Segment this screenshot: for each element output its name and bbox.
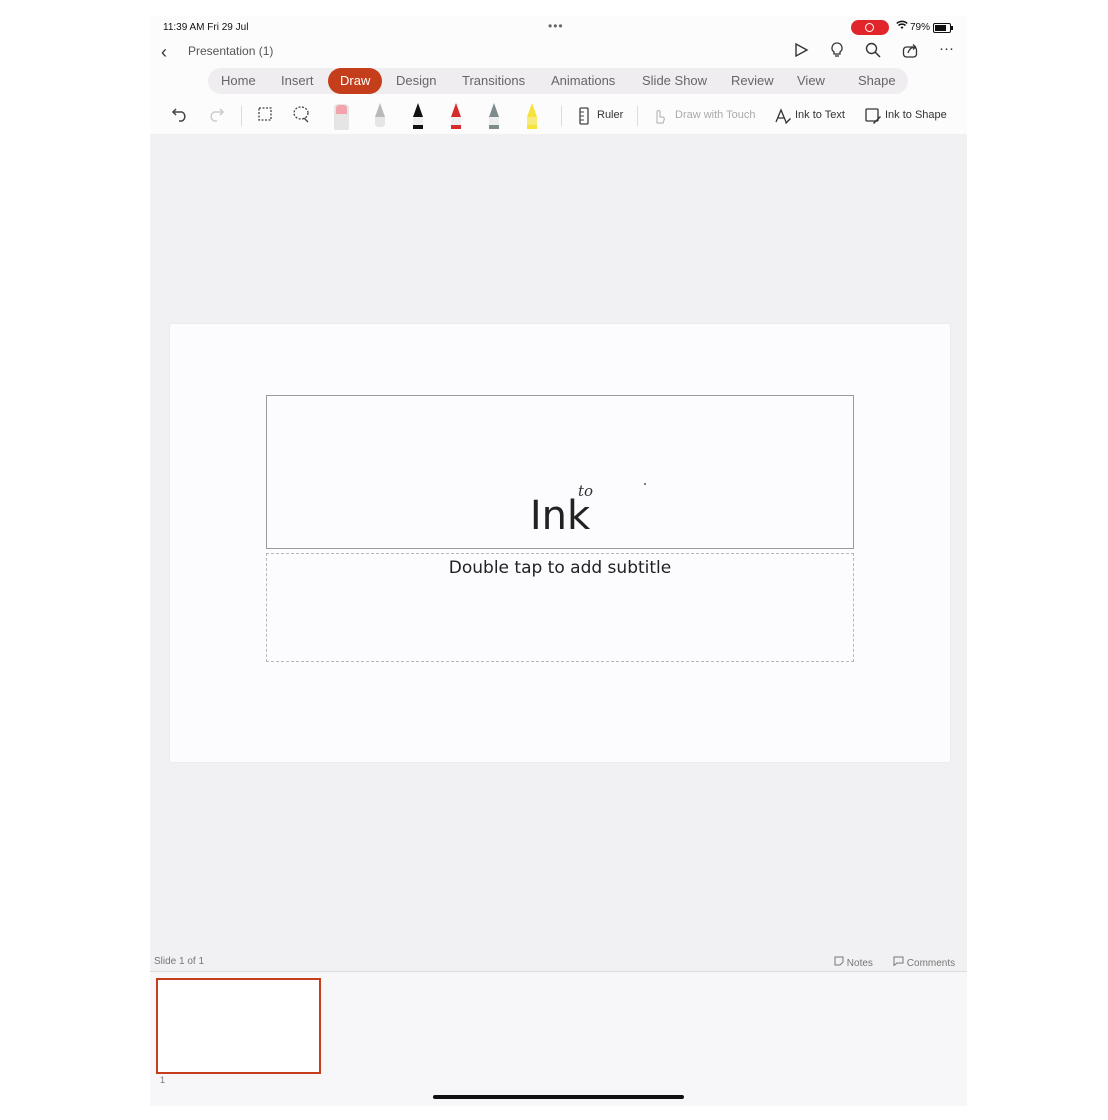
draw-with-touch-button[interactable]: Draw with Touch xyxy=(675,109,756,121)
toolbar-divider xyxy=(561,106,562,126)
comments-label: Comments xyxy=(906,958,956,969)
lightbulb-icon[interactable] xyxy=(830,42,844,62)
toolbar-divider xyxy=(637,106,638,126)
subtitle-placeholder[interactable]: Double tap to add subtitle xyxy=(266,553,854,662)
tab-slide-show[interactable]: Slide Show xyxy=(642,73,707,88)
ink-to-shape-icon xyxy=(864,107,882,130)
ink-to-text-icon xyxy=(774,107,792,130)
pen-gray-icon[interactable] xyxy=(372,103,388,131)
draw-toolbar: Ruler Draw with Touch Ink to Text Ink to… xyxy=(150,100,967,132)
ink-to-shape-button[interactable]: Ink to Shape xyxy=(885,109,947,121)
title-placeholder[interactable]: Ink to xyxy=(266,395,854,549)
notes-button[interactable]: Notes xyxy=(834,956,873,969)
ribbon-tabs: Home Insert Draw Design Transitions Anim… xyxy=(208,68,908,94)
slide-title: Ink xyxy=(529,493,591,539)
status-time: 11:39 AM Fri 29 Jul xyxy=(163,22,249,33)
notes-icon xyxy=(834,956,847,969)
tab-review[interactable]: Review xyxy=(731,73,774,88)
tab-home[interactable]: Home xyxy=(221,73,256,88)
ink-dot xyxy=(644,483,646,485)
lasso-select-icon[interactable] xyxy=(292,105,312,128)
slide-thumbnail[interactable] xyxy=(156,978,321,1074)
wifi-icon xyxy=(896,20,908,33)
more-options-icon[interactable]: ··· xyxy=(939,40,954,57)
home-indicator[interactable] xyxy=(433,1095,684,1099)
share-icon[interactable] xyxy=(902,42,918,62)
title-bar: ‹ Presentation (1) ··· xyxy=(150,40,967,64)
notes-label: Notes xyxy=(846,958,873,969)
ink-annotation[interactable]: to xyxy=(578,482,593,500)
search-icon[interactable] xyxy=(865,42,881,62)
back-chevron-icon[interactable]: ‹ xyxy=(161,42,167,63)
toolbar-divider xyxy=(241,106,242,126)
pen-black-icon[interactable] xyxy=(410,103,426,131)
undo-icon[interactable] xyxy=(171,105,189,128)
tab-shape[interactable]: Shape xyxy=(858,73,896,88)
eraser-icon[interactable] xyxy=(334,104,349,130)
battery-icon xyxy=(933,23,953,33)
ruler-icon[interactable] xyxy=(578,107,590,130)
screen-recording-icon[interactable] xyxy=(851,20,889,35)
document-title[interactable]: Presentation (1) xyxy=(188,44,273,58)
slide[interactable]: Ink to Double tap to add subtitle xyxy=(169,323,951,763)
slide-thumbnail-strip: 1 xyxy=(150,972,967,1106)
ruler-button[interactable]: Ruler xyxy=(597,109,623,121)
comment-icon xyxy=(893,956,907,969)
comments-button[interactable]: Comments xyxy=(893,956,955,969)
highlighter-yellow-icon[interactable] xyxy=(524,103,540,131)
pen-slate-icon[interactable] xyxy=(486,103,502,131)
tab-insert[interactable]: Insert xyxy=(281,73,314,88)
ink-to-text-button[interactable]: Ink to Text xyxy=(795,109,845,121)
status-bar: 11:39 AM Fri 29 Jul ••• 79% xyxy=(150,16,967,40)
tab-transitions[interactable]: Transitions xyxy=(462,73,525,88)
slide-counter: Slide 1 of 1 xyxy=(154,956,205,967)
slide-thumbnail-number: 1 xyxy=(160,1075,166,1085)
top-chrome: 11:39 AM Fri 29 Jul ••• 79% ‹ Presentati… xyxy=(150,16,967,134)
tab-animations[interactable]: Animations xyxy=(551,73,615,88)
select-objects-icon[interactable] xyxy=(256,105,274,128)
tab-draw[interactable]: Draw xyxy=(328,68,383,94)
play-slideshow-icon[interactable] xyxy=(793,42,809,62)
battery-percent: 79% xyxy=(910,22,931,33)
touch-hand-icon xyxy=(652,107,666,130)
redo-icon[interactable] xyxy=(207,105,225,128)
app-window: 11:39 AM Fri 29 Jul ••• 79% ‹ Presentati… xyxy=(150,16,967,1106)
pen-red-icon[interactable] xyxy=(448,103,464,131)
tab-design[interactable]: Design xyxy=(396,73,436,88)
subtitle-prompt: Double tap to add subtitle xyxy=(448,558,672,578)
multitasking-dots[interactable]: ••• xyxy=(548,19,564,33)
tab-view[interactable]: View xyxy=(797,73,825,88)
slide-canvas[interactable]: Ink to Double tap to add subtitle xyxy=(150,134,967,956)
